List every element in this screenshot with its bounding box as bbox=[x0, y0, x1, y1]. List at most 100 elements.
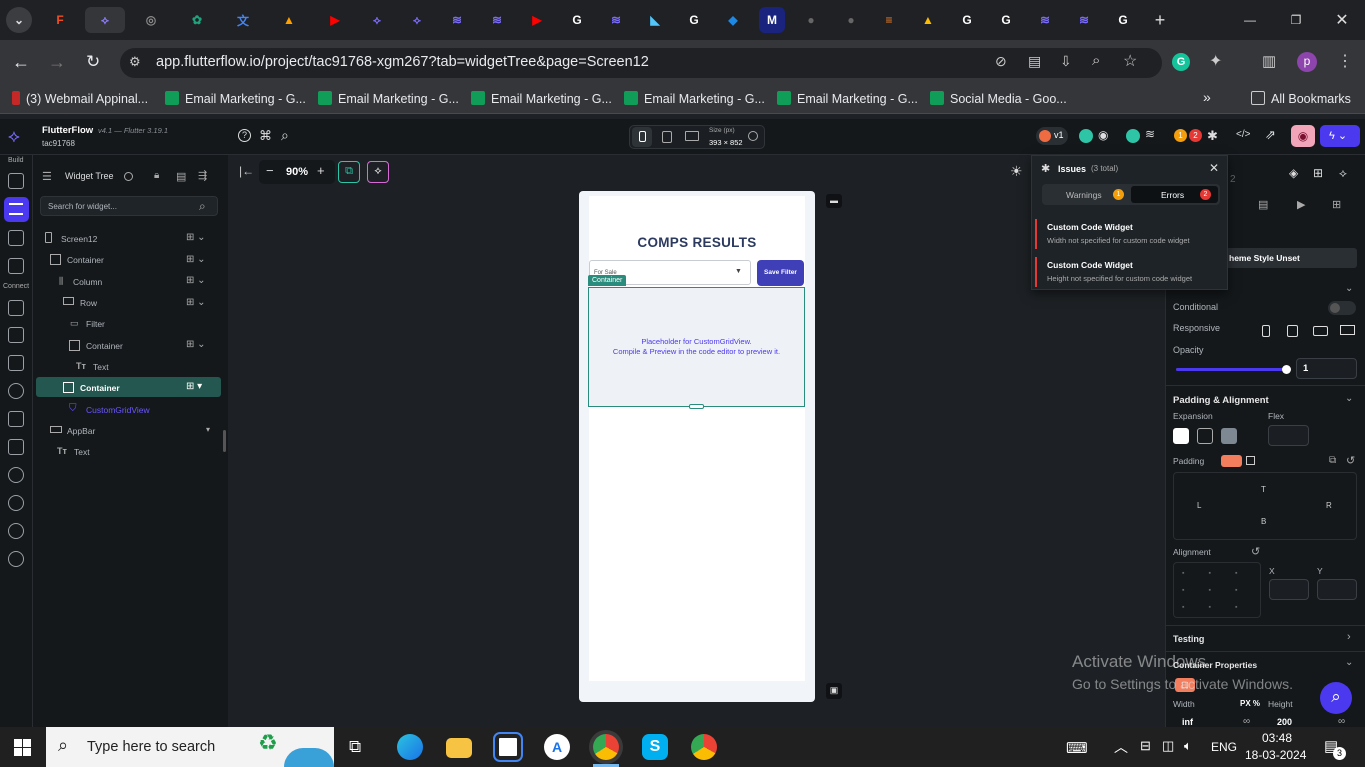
data-types-icon[interactable] bbox=[8, 300, 24, 316]
youtube-tab-icon[interactable]: ▶ bbox=[524, 7, 550, 33]
menu-dots-icon[interactable]: ⋮ bbox=[1337, 51, 1353, 71]
bookmark-email-5[interactable]: Email Marketing - G... bbox=[777, 91, 918, 106]
flutterflow-tab-icon[interactable]: ≋ bbox=[1071, 7, 1097, 33]
close-window-icon[interactable]: ✕ bbox=[1329, 7, 1355, 33]
chatgpt-tab-icon[interactable]: ✿ bbox=[184, 7, 210, 33]
file-explorer-icon[interactable] bbox=[446, 738, 472, 758]
testing-heading[interactable]: Testing bbox=[1173, 634, 1204, 644]
google-tab-icon[interactable]: G bbox=[681, 7, 707, 33]
gem-icon[interactable]: ◈ bbox=[1289, 166, 1298, 180]
height-value[interactable]: 200 bbox=[1277, 717, 1292, 727]
bookmark-webmail[interactable]: (3) Webmail Appinal... bbox=[12, 91, 148, 106]
infinity-icon[interactable]: ∞ bbox=[1243, 716, 1250, 727]
store-icon[interactable] bbox=[493, 732, 523, 762]
unit-toggle[interactable]: PX % bbox=[1240, 699, 1260, 708]
chevron-right-icon[interactable]: › bbox=[1347, 631, 1351, 643]
responsive-landscape-icon[interactable] bbox=[1313, 326, 1328, 336]
extensions-icon[interactable]: ✦ bbox=[1209, 51, 1222, 71]
task-view-icon[interactable]: ⧉ bbox=[349, 737, 361, 757]
back-arrow-icon[interactable]: ← bbox=[12, 52, 30, 73]
cloud-functions-icon[interactable] bbox=[8, 467, 24, 483]
info-icon[interactable] bbox=[748, 131, 758, 141]
widget-tree-icon[interactable] bbox=[4, 197, 29, 222]
bookmark-email-4[interactable]: Email Marketing - G... bbox=[624, 91, 765, 106]
add-child-icon[interactable]: ⊞ ▾ bbox=[186, 381, 202, 392]
install-app-icon[interactable]: ⇩ bbox=[1060, 53, 1072, 70]
help-search-fab[interactable]: ⌕ bbox=[1320, 682, 1352, 714]
tablet-device-icon[interactable] bbox=[662, 131, 672, 143]
lightning-list-icon[interactable]: ≋ bbox=[1145, 127, 1155, 141]
open-external-icon[interactable]: ⇗ bbox=[1265, 127, 1276, 143]
add-child-icon[interactable]: ⊞ ⌄ bbox=[186, 297, 206, 308]
chat-icon[interactable]: ◉ bbox=[1098, 128, 1108, 142]
flutterflow-tab-icon[interactable]: ⟡ bbox=[364, 7, 390, 33]
skype-icon[interactable]: S bbox=[642, 734, 668, 760]
help-icon[interactable]: ? bbox=[238, 129, 251, 142]
new-tab-button[interactable]: + bbox=[1147, 7, 1173, 33]
warning-count-badge[interactable]: 1 bbox=[1174, 129, 1187, 142]
opacity-slider-knob[interactable] bbox=[1282, 365, 1291, 374]
expansion-option-2[interactable] bbox=[1197, 428, 1213, 444]
add-child-icon[interactable]: ⊞ ⌄ bbox=[186, 254, 206, 265]
add-widget-icon[interactable]: ⊞ bbox=[1313, 166, 1323, 180]
drive-tab-icon[interactable]: ▲ bbox=[915, 7, 941, 33]
github-tab-icon[interactable]: ● bbox=[838, 7, 864, 33]
responsive-desktop-icon[interactable] bbox=[1340, 325, 1355, 335]
select-mode-icon[interactable]: ⧉ bbox=[338, 161, 360, 183]
clipboard-icon[interactable]: ▤ bbox=[1028, 53, 1041, 70]
chevron-down-icon[interactable]: ⌄ bbox=[1345, 657, 1353, 668]
media-assets-icon[interactable] bbox=[8, 411, 24, 427]
expand-caret-icon[interactable]: ▾ bbox=[206, 425, 210, 434]
panel-resize-handle[interactable] bbox=[223, 430, 226, 452]
edge-icon[interactable] bbox=[397, 734, 423, 760]
bookmark-email-3[interactable]: Email Marketing - G... bbox=[471, 91, 612, 106]
minimize-icon[interactable]: — bbox=[1237, 7, 1263, 33]
alignment-grid[interactable]: ▪▪▪ ▪▪▪ ▪▪▪ bbox=[1173, 562, 1261, 618]
expansion-option-3[interactable] bbox=[1221, 428, 1237, 444]
add-widget-icon[interactable] bbox=[8, 173, 24, 189]
infinity-icon[interactable]: ∞ bbox=[1338, 716, 1345, 727]
add-child-icon[interactable]: ⊞ ⌄ bbox=[186, 339, 206, 350]
bookmark-social[interactable]: Social Media - Goo... bbox=[930, 91, 1067, 106]
search-icon[interactable]: ⌕ bbox=[281, 127, 289, 144]
padding-mode-icon[interactable] bbox=[1221, 455, 1242, 467]
drop-tab-icon[interactable]: ◆ bbox=[720, 7, 746, 33]
chevron-down-icon[interactable]: ⌄ bbox=[1345, 283, 1353, 294]
speaker-muted-icon[interactable]: ◫ bbox=[1162, 738, 1174, 754]
close-icon[interactable]: ✕ bbox=[1209, 161, 1219, 175]
y-input[interactable] bbox=[1317, 579, 1357, 600]
inspect-mode-icon[interactable]: ⟡ bbox=[367, 161, 389, 183]
add-child-icon[interactable]: ⊞ ⌄ bbox=[186, 275, 206, 286]
chrome-icon[interactable] bbox=[593, 734, 619, 760]
preview-eye-icon[interactable]: ◉ bbox=[1291, 125, 1315, 147]
clock-time[interactable]: 03:48 bbox=[1262, 731, 1292, 745]
restore-icon[interactable]: ❐ bbox=[1283, 7, 1309, 33]
more-bookmarks-icon[interactable]: » bbox=[1203, 89, 1211, 105]
zoom-icon[interactable]: ⌕ bbox=[1092, 52, 1100, 69]
x-input[interactable] bbox=[1269, 579, 1309, 600]
m-tab-icon[interactable]: M bbox=[759, 7, 785, 33]
github-tab-icon[interactable]: ● bbox=[798, 7, 824, 33]
flutterflow-tab-icon[interactable]: ⟡ bbox=[404, 7, 430, 33]
sort-icon[interactable]: ⇶ bbox=[198, 169, 207, 182]
command-icon[interactable]: ⌘ bbox=[259, 128, 272, 144]
error-count-badge[interactable]: 2 bbox=[1189, 129, 1202, 142]
add-child-icon[interactable]: ⊞ ⌄ bbox=[186, 232, 206, 243]
version-badge[interactable]: v1 bbox=[1036, 127, 1068, 145]
flutterflow-active-tab[interactable]: ⟡ bbox=[85, 7, 125, 33]
resize-handle[interactable] bbox=[689, 404, 704, 409]
show-hidden-icons[interactable]: ︿ bbox=[1114, 737, 1128, 757]
collapse-icon[interactable]: ▤ bbox=[176, 170, 186, 183]
conditional-toggle[interactable] bbox=[1328, 301, 1356, 315]
clock-date[interactable]: 18-03-2024 bbox=[1245, 748, 1306, 762]
props-tab-actions[interactable]: ▶ bbox=[1297, 198, 1305, 211]
props-tab-list[interactable]: ▤ bbox=[1258, 198, 1268, 211]
padding-alignment-heading[interactable]: Padding & Alignment bbox=[1173, 395, 1269, 406]
reset-icon[interactable]: ↺ bbox=[1346, 454, 1355, 467]
keyboard-icon[interactable]: ⌨ bbox=[1066, 739, 1088, 757]
bookmark-star-icon[interactable]: ☆ bbox=[1123, 51, 1137, 71]
side-panel-icon[interactable]: ▥ bbox=[1262, 52, 1276, 70]
info-icon[interactable] bbox=[124, 172, 133, 181]
flex-input[interactable] bbox=[1268, 425, 1309, 446]
all-bookmarks[interactable]: All Bookmarks bbox=[1251, 91, 1351, 106]
